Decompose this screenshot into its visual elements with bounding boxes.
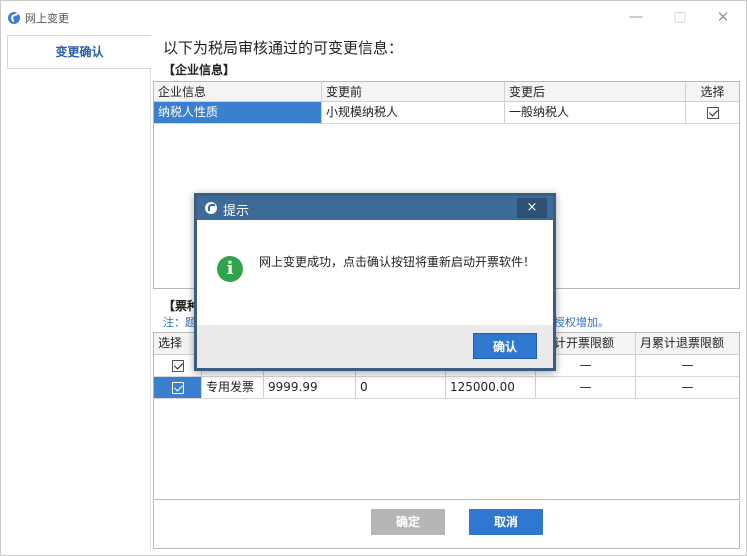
info-icon: i	[217, 256, 243, 282]
monthly-return-limit-cell[interactable]: —	[636, 377, 739, 398]
column-header[interactable]: 月累计退票限额	[636, 333, 739, 354]
table-row[interactable]: 纳税人性质 小规模纳税人 一般纳税人	[154, 102, 739, 124]
cumulative-limit-cell[interactable]: —	[536, 377, 636, 398]
enterprise-section-label: 【企业信息】	[163, 63, 236, 77]
type-cell[interactable]: 专用发票	[202, 377, 264, 398]
column-header[interactable]: 变更后	[505, 82, 686, 101]
title-bar: 网上变更 — ▢ ✕	[1, 1, 746, 33]
count-cell[interactable]: 0	[356, 377, 446, 398]
dialog-app-icon	[205, 202, 217, 214]
confirm-button[interactable]: 确认	[473, 333, 537, 359]
before-cell[interactable]: 小规模纳税人	[322, 102, 505, 123]
select-checkbox[interactable]	[171, 381, 184, 394]
after-cell[interactable]: 一般纳税人	[505, 102, 686, 123]
monthly-return-limit-cell[interactable]: —	[636, 355, 739, 376]
column-header[interactable]: 企业信息	[154, 82, 322, 101]
sidebar-item-change-confirm[interactable]: 变更确认	[7, 35, 151, 69]
page-heading: 以下为税局审核通过的可变更信息：	[163, 39, 404, 57]
dialog-message: 网上变更成功，点击确认按钮将重新启动开票软件！	[259, 255, 536, 269]
select-checkbox[interactable]	[171, 359, 184, 372]
sidebar: 变更确认	[7, 35, 151, 551]
message-dialog: 提示 × i 网上变更成功，点击确认按钮将重新启动开票软件！ 确认	[194, 193, 556, 371]
column-header[interactable]: 变更前	[322, 82, 505, 101]
table-row[interactable]: 专用发票 9999.99 0 125000.00 — —	[154, 377, 739, 399]
select-checkbox[interactable]	[706, 106, 719, 119]
cancel-button[interactable]: 取消	[469, 509, 543, 535]
close-button[interactable]: ✕	[708, 7, 738, 27]
dialog-title-bar: 提示 ×	[197, 196, 553, 220]
table-header: 企业信息 变更前 变更后 选择	[154, 82, 739, 102]
footer-bar	[153, 501, 740, 549]
total-cell[interactable]: 125000.00	[446, 377, 536, 398]
field-cell[interactable]: 纳税人性质	[154, 102, 322, 123]
dialog-title: 提示	[223, 204, 250, 219]
ok-button[interactable]: 确定	[371, 509, 445, 535]
note-text-end: 授权增加。	[554, 316, 609, 329]
column-header[interactable]: 选择	[686, 82, 739, 101]
window-title: 网上变更	[25, 12, 69, 25]
app-window: 网上变更 — ▢ ✕ 变更确认 以下为税局审核通过的可变更信息： 【企业信息】 …	[0, 0, 747, 556]
limit-cell[interactable]: 9999.99	[264, 377, 356, 398]
minimize-button[interactable]: —	[621, 7, 651, 27]
app-logo-icon	[8, 12, 20, 24]
dialog-close-button[interactable]: ×	[517, 198, 547, 218]
select-cell[interactable]	[686, 102, 739, 123]
note-text: 注：题	[163, 316, 196, 329]
select-cell[interactable]	[154, 377, 202, 398]
maximize-button[interactable]: ▢	[665, 7, 695, 27]
